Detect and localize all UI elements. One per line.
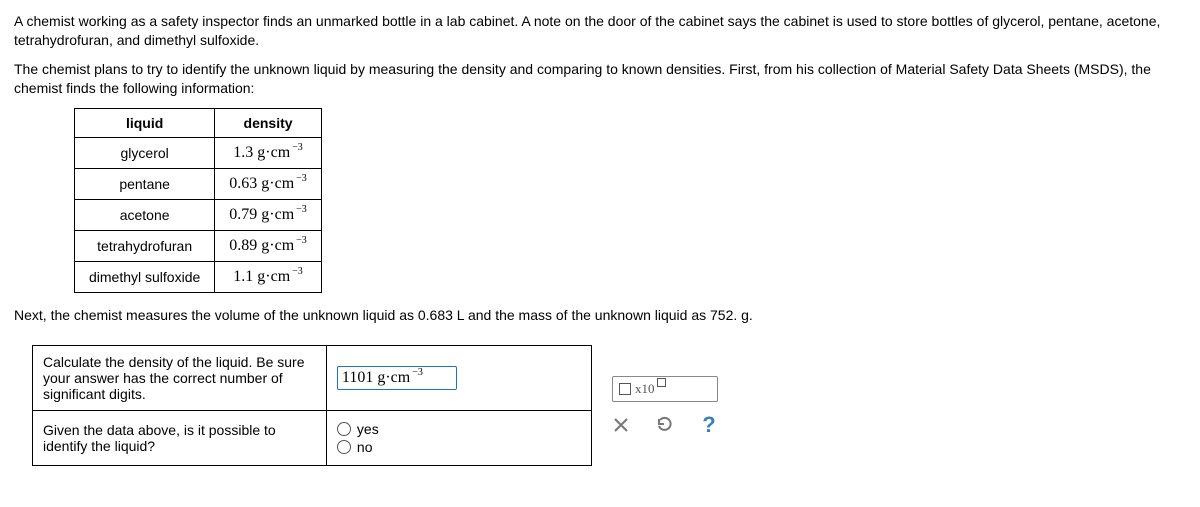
- scientific-notation-button[interactable]: x10: [612, 376, 718, 402]
- intro-paragraph-2: The chemist plans to try to identify the…: [14, 60, 1186, 98]
- liquid-name: dimethyl sulfoxide: [75, 261, 215, 292]
- reset-button[interactable]: [656, 416, 674, 434]
- liquid-density: 0.63 g·cm−3: [215, 168, 322, 199]
- superscript-box-icon: [657, 378, 666, 387]
- liquid-name: glycerol: [75, 137, 215, 168]
- close-icon: [612, 416, 630, 434]
- problem-intro: A chemist working as a safety inspector …: [14, 12, 1186, 98]
- liquid-name: tetrahydrofuran: [75, 230, 215, 261]
- table-header-row: liquid density: [75, 108, 322, 137]
- measurement-line: Next, the chemist measures the volume of…: [14, 307, 1186, 323]
- question-density: Calculate the density of the liquid. Be …: [33, 345, 327, 410]
- sci-label: x10: [635, 381, 655, 397]
- undo-icon: [656, 416, 674, 434]
- liquid-density: 0.89 g·cm−3: [215, 230, 322, 261]
- density-input[interactable]: 1101 g·cm−3: [337, 366, 457, 390]
- answer-identify-cell: yes no: [326, 410, 591, 465]
- header-density: density: [215, 108, 322, 137]
- liquid-density: 1.1 g·cm−3: [215, 261, 322, 292]
- liquid-name: acetone: [75, 199, 215, 230]
- density-table: liquid density glycerol 1.3 g·cm−3 penta…: [74, 108, 322, 293]
- radio-no[interactable]: no: [337, 439, 581, 455]
- liquid-density: 0.79 g·cm−3: [215, 199, 322, 230]
- answer-block: Calculate the density of the liquid. Be …: [32, 345, 1186, 466]
- radio-icon: [337, 422, 351, 436]
- header-liquid: liquid: [75, 108, 215, 137]
- tool-column: x10 ?: [612, 345, 718, 466]
- button-row: ?: [612, 416, 718, 434]
- box-icon: [619, 383, 631, 395]
- table-row: glycerol 1.3 g·cm−3: [75, 137, 322, 168]
- table-row: acetone 0.79 g·cm−3: [75, 199, 322, 230]
- answer-density-cell: 1101 g·cm−3: [326, 345, 591, 410]
- intro-paragraph-1: A chemist working as a safety inspector …: [14, 12, 1186, 50]
- liquid-name: pentane: [75, 168, 215, 199]
- liquid-density: 1.3 g·cm−3: [215, 137, 322, 168]
- radio-label: yes: [357, 421, 379, 437]
- radio-label: no: [357, 439, 373, 455]
- clear-button[interactable]: [612, 416, 630, 434]
- table-row: tetrahydrofuran 0.89 g·cm−3: [75, 230, 322, 261]
- radio-icon: [337, 440, 351, 454]
- help-button[interactable]: ?: [700, 416, 718, 434]
- table-row: pentane 0.63 g·cm−3: [75, 168, 322, 199]
- question-identify: Given the data above, is it possible to …: [33, 410, 327, 465]
- table-row: dimethyl sulfoxide 1.1 g·cm−3: [75, 261, 322, 292]
- radio-yes[interactable]: yes: [337, 421, 581, 437]
- qa-table: Calculate the density of the liquid. Be …: [32, 345, 592, 466]
